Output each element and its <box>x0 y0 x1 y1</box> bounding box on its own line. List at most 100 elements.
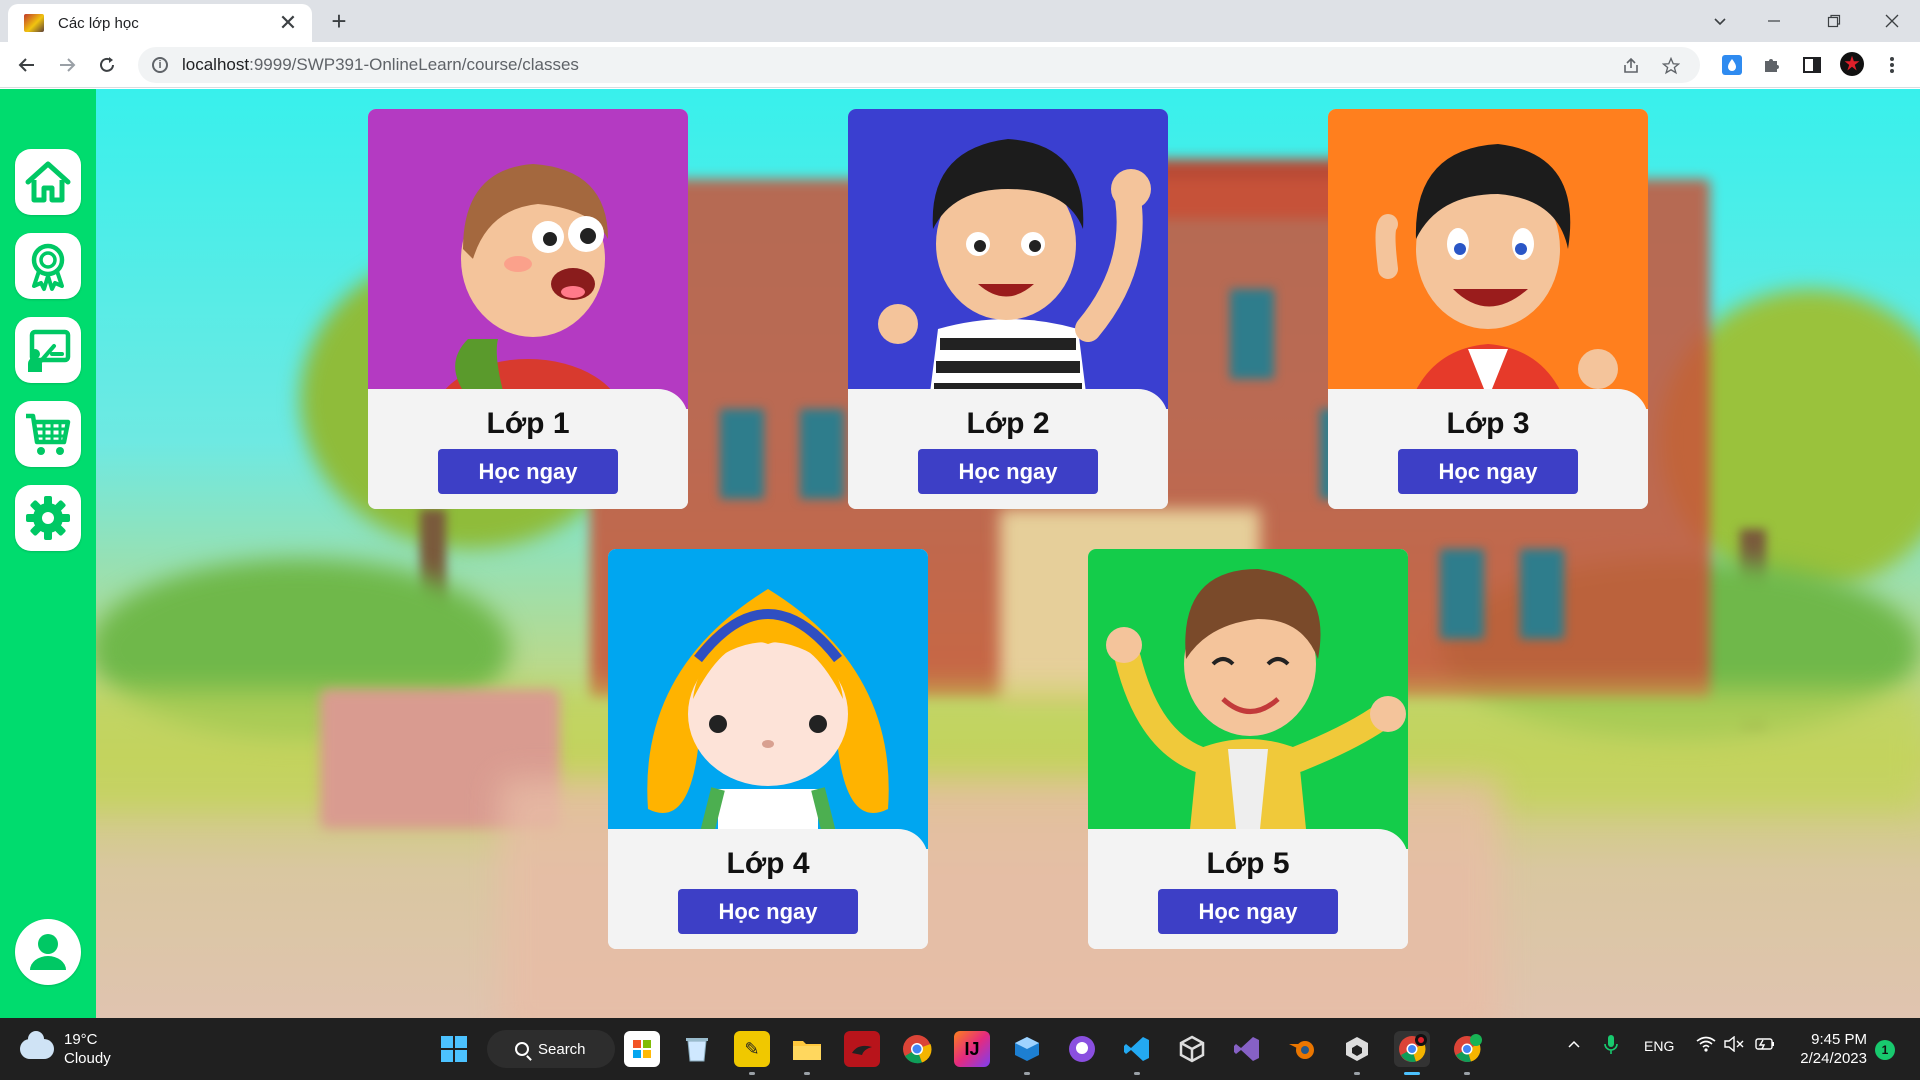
clock-time: 9:45 PM <box>1811 1031 1867 1048</box>
browser-toolbar: i localhost:9999/SWP391-OnlineLearn/cour… <box>0 42 1920 88</box>
class-card-3: Lớp 3 Học ngay <box>1328 109 1648 509</box>
tab-favicon-icon <box>24 14 44 32</box>
file-explorer-icon[interactable] <box>789 1031 825 1067</box>
gear-icon <box>26 496 70 540</box>
cloud-icon <box>20 1031 54 1059</box>
browser-tab[interactable]: Các lớp học ✕ <box>8 4 312 42</box>
bookmark-star-icon[interactable] <box>1660 55 1682 77</box>
running-indicator <box>1024 1072 1030 1075</box>
user-icon <box>30 934 66 970</box>
sidebar <box>0 89 96 1018</box>
sidebar-item-cart[interactable] <box>15 401 81 467</box>
show-hidden-icons-chevron-icon[interactable] <box>1566 1036 1582 1055</box>
vscode-icon[interactable] <box>1119 1031 1155 1067</box>
app-red-icon[interactable] <box>844 1031 880 1067</box>
reload-button[interactable] <box>92 50 122 80</box>
blender-icon[interactable] <box>1284 1031 1320 1067</box>
intellij-icon[interactable]: IJ <box>954 1031 990 1067</box>
weather-temp: 19°C <box>64 1031 98 1048</box>
extensions-puzzle-icon[interactable] <box>1760 53 1784 77</box>
class-card-1: Lớp 1 Học ngay <box>368 109 688 509</box>
class-2-kid-image <box>848 109 1168 409</box>
recycle-bin-icon[interactable] <box>679 1031 715 1067</box>
restore-button[interactable] <box>1808 0 1860 42</box>
weather-desc: Cloudy <box>64 1050 111 1067</box>
class-1-title: Lớp 1 <box>486 407 570 440</box>
tab-search-icon[interactable] <box>1694 0 1746 42</box>
class-card-5: Lớp 5 Học ngay <box>1088 549 1408 949</box>
running-indicator <box>1134 1072 1140 1075</box>
award-badge-icon <box>31 243 65 291</box>
class-2-title: Lớp 2 <box>966 407 1050 440</box>
forward-button[interactable] <box>52 50 82 80</box>
close-window-button[interactable] <box>1866 0 1918 42</box>
url-host: localhost <box>182 55 250 74</box>
address-bar[interactable]: i localhost:9999/SWP391-OnlineLearn/cour… <box>138 47 1700 83</box>
teaching-board-icon <box>28 329 71 372</box>
extension-drop-icon[interactable] <box>1720 53 1744 77</box>
clock-date: 2/24/2023 <box>1800 1050 1867 1067</box>
sidebar-item-profile[interactable] <box>15 919 81 985</box>
class-2-learn-button[interactable]: Học ngay <box>918 449 1098 494</box>
battery-icon[interactable] <box>1754 1036 1776 1055</box>
input-language[interactable]: ENG <box>1644 1038 1674 1054</box>
back-button[interactable] <box>12 50 42 80</box>
profile-avatar-icon[interactable] <box>1840 52 1864 76</box>
chrome-icon[interactable] <box>899 1031 935 1067</box>
class-5-title: Lớp 5 <box>1206 847 1290 880</box>
class-4-title: Lớp 4 <box>726 847 810 880</box>
running-indicator <box>1464 1072 1470 1075</box>
microsoft-store-icon[interactable] <box>624 1031 660 1067</box>
new-tab-button[interactable]: + <box>324 6 354 36</box>
running-indicator <box>1354 1072 1360 1075</box>
running-indicator <box>804 1072 810 1075</box>
class-5-kid-image <box>1088 549 1408 849</box>
browser-tab-bar: Các lớp học ✕ + <box>0 0 1920 42</box>
wifi-icon[interactable] <box>1696 1036 1716 1055</box>
virtualbox-icon[interactable] <box>1009 1031 1045 1067</box>
sidebar-item-settings[interactable] <box>15 485 81 551</box>
browser-menu-icon[interactable] <box>1880 53 1904 77</box>
weather-widget[interactable]: 19°C Cloudy <box>20 1030 111 1068</box>
unity-hub-icon[interactable] <box>1339 1031 1375 1067</box>
class-1-kid-image <box>368 109 688 409</box>
taskbar-search[interactable]: Search <box>487 1030 615 1068</box>
chrome-profile-f-icon[interactable] <box>1449 1031 1485 1067</box>
taskbar-search-label: Search <box>538 1040 586 1058</box>
github-desktop-icon[interactable] <box>1064 1031 1100 1067</box>
sidebar-item-classes[interactable] <box>15 317 81 383</box>
volume-muted-icon[interactable] <box>1724 1035 1744 1055</box>
side-panel-icon[interactable] <box>1800 53 1824 77</box>
site-info-icon[interactable]: i <box>152 57 168 73</box>
unity-icon[interactable] <box>1174 1031 1210 1067</box>
visual-studio-icon[interactable] <box>1229 1031 1265 1067</box>
class-5-learn-button[interactable]: Học ngay <box>1158 889 1338 934</box>
class-3-learn-button[interactable]: Học ngay <box>1398 449 1578 494</box>
page-content: Lớp 1 Học ngay Lớp 2 Học ngay Lớp 3 Học … <box>0 89 1920 1018</box>
search-icon <box>515 1042 529 1056</box>
class-4-learn-button[interactable]: Học ngay <box>678 889 858 934</box>
system-clock[interactable]: 9:45 PM 2/24/2023 <box>1795 1030 1867 1068</box>
taskbar: 19°C Cloudy Search ✎ IJ ENG 9:45 PM 2/24… <box>0 1018 1920 1080</box>
class-card-2: Lớp 2 Học ngay <box>848 109 1168 509</box>
tab-close-icon[interactable]: ✕ <box>276 12 300 34</box>
share-icon[interactable] <box>1620 55 1642 77</box>
microphone-icon[interactable] <box>1603 1034 1619 1059</box>
class-3-kid-image <box>1328 109 1648 409</box>
start-windows-icon[interactable] <box>436 1031 472 1067</box>
shopping-cart-icon <box>26 413 71 455</box>
class-1-learn-button[interactable]: Học ngay <box>438 449 618 494</box>
home-icon <box>25 161 71 203</box>
sidebar-item-home[interactable] <box>15 149 81 215</box>
minimize-button[interactable] <box>1748 0 1800 42</box>
app-sticky-icon[interactable]: ✎ <box>734 1031 770 1067</box>
tab-title: Các lớp học <box>58 14 139 32</box>
running-indicator <box>749 1072 755 1075</box>
notification-badge[interactable]: 1 <box>1875 1040 1895 1060</box>
class-card-4: Lớp 4 Học ngay <box>608 549 928 949</box>
class-4-kid-image <box>608 549 928 849</box>
chrome-profile-active-icon[interactable] <box>1394 1031 1430 1067</box>
sidebar-item-achievements[interactable] <box>15 233 81 299</box>
active-indicator <box>1404 1072 1420 1075</box>
url-path: :9999/SWP391-OnlineLearn/course/classes <box>249 55 579 74</box>
